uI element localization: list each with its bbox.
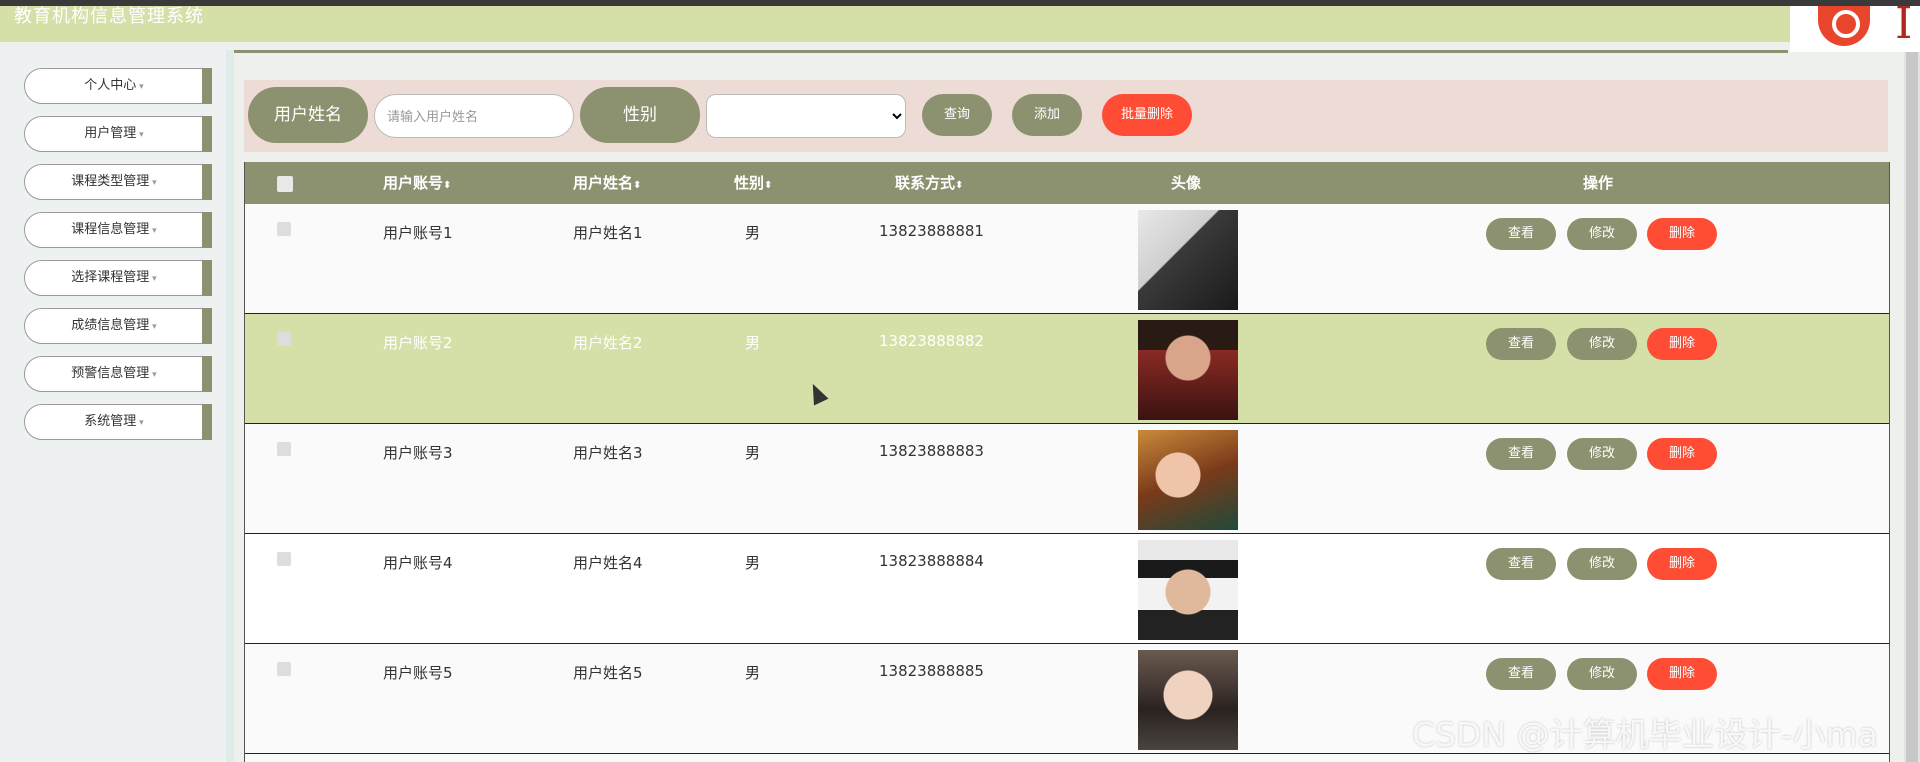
view-button[interactable]: 查看 [1486,548,1556,580]
cell-phone: 13823888882 [879,332,984,350]
watermark: CSDN @计算机毕业设计-小ma [1412,715,1878,754]
avatar-image [1138,540,1238,640]
column-header-actions: 操作 [1583,174,1614,192]
row-checkbox[interactable] [277,442,291,456]
view-button[interactable]: 查看 [1486,658,1556,690]
cell-gender: 男 [745,334,761,352]
view-button[interactable]: 查看 [1486,438,1556,470]
avatar-image [1138,430,1238,530]
column-header-account[interactable]: 用户账号⬍ [383,162,451,207]
delete-button[interactable]: 删除 [1647,218,1717,250]
user-table: 用户账号⬍ 用户姓名⬍ 性别⬍ 联系方式⬍ 头像 操作 用户账号1 用户姓名1 … [244,162,1890,762]
cell-account: 用户账号5 [383,664,453,682]
select-all-checkbox[interactable] [277,176,293,192]
cell-name: 用户姓名4 [573,554,643,572]
delete-button[interactable]: 删除 [1647,548,1717,580]
column-header-label: 用户账号 [383,174,444,192]
name-search-input[interactable] [374,94,574,138]
sidebar-item-user-management[interactable]: 用户管理 [24,116,212,152]
table-header: 用户账号⬍ 用户姓名⬍ 性别⬍ 联系方式⬍ 头像 操作 [245,162,1889,204]
sidebar-item-label: 课程类型管理 [25,165,203,200]
cell-gender: 男 [745,664,761,682]
cell-account: 用户账号4 [383,554,453,572]
delete-button[interactable]: 删除 [1647,658,1717,690]
edit-button[interactable]: 修改 [1567,658,1637,690]
app-title: 教育机构信息管理系统 [14,6,204,27]
column-header-gender[interactable]: 性别⬍ [734,162,772,207]
cell-gender: 男 [745,554,761,572]
delete-button[interactable]: 删除 [1647,438,1717,470]
sidebar-item-label: 系统管理 [25,405,203,440]
edit-button[interactable]: 修改 [1567,438,1637,470]
column-header-label: 用户姓名 [573,174,634,192]
cell-name: 用户姓名2 [573,334,643,352]
table-row[interactable]: 用户账号3 用户姓名3 男 13823888883 查看 修改 删除 [245,424,1889,534]
scrollbar-thumb[interactable] [1906,52,1918,762]
column-header-name[interactable]: 用户姓名⬍ [573,162,641,207]
query-button[interactable]: 查询 [922,94,992,136]
gender-select[interactable] [706,94,906,138]
avatar-image [1138,650,1238,750]
edit-button[interactable]: 修改 [1567,548,1637,580]
column-header-label: 联系方式 [895,174,956,192]
sidebar-item-course-type-management[interactable]: 课程类型管理 [24,164,212,200]
table-row[interactable]: 用户账号1 用户姓名1 男 13823888881 查看 修改 删除 [245,204,1889,314]
cell-phone: 13823888885 [879,662,984,680]
sidebar-item-system-management[interactable]: 系统管理 [24,404,212,440]
sort-icon: ⬍ [443,180,452,191]
table-row[interactable]: 用户账号2 用户姓名2 男 13823888882 查看 修改 删除 [245,314,1889,424]
sidebar-item-label: 预警信息管理 [25,357,203,392]
cell-account: 用户账号1 [383,224,453,242]
app-header: 教育机构信息管理系统 [0,6,1790,42]
cell-gender: 男 [745,444,761,462]
table-row[interactable]: 用户账号4 用户姓名4 男 13823888884 查看 修改 删除 [245,534,1889,644]
sort-icon: ⬍ [633,180,642,191]
edit-button[interactable]: 修改 [1567,328,1637,360]
view-button[interactable]: 查看 [1486,328,1556,360]
header-divider [228,50,1788,53]
sidebar: 个人中心 用户管理 课程类型管理 课程信息管理 选择课程管理 成绩信息管理 预警… [0,50,234,762]
name-filter-label: 用户姓名 [248,87,368,143]
sidebar-item-label: 用户管理 [25,117,203,152]
cell-phone: 13823888883 [879,442,984,460]
row-checkbox[interactable] [277,662,291,676]
batch-delete-button[interactable]: 批量删除 [1102,94,1192,136]
cell-account: 用户账号2 [383,334,453,352]
cell-name: 用户姓名5 [573,664,643,682]
sort-icon: ⬍ [955,180,964,191]
sidebar-item-course-info-management[interactable]: 课程信息管理 [24,212,212,248]
avatar-image [1138,320,1238,420]
sidebar-item-personal-center[interactable]: 个人中心 [24,68,212,104]
logo-icon [1818,6,1870,46]
sidebar-item-label: 成绩信息管理 [25,309,203,344]
row-checkbox[interactable] [277,332,291,346]
cell-account: 用户账号3 [383,444,453,462]
cell-phone: 13823888884 [879,552,984,570]
row-checkbox[interactable] [277,552,291,566]
column-header-label: 性别 [734,174,765,192]
cell-gender: 男 [745,224,761,242]
cell-name: 用户姓名3 [573,444,643,462]
view-button[interactable]: 查看 [1486,218,1556,250]
sidebar-item-label: 课程信息管理 [25,213,203,248]
sort-icon: ⬍ [764,180,773,191]
sidebar-item-label: 选择课程管理 [25,261,203,296]
add-button[interactable]: 添加 [1012,94,1082,136]
delete-button[interactable]: 删除 [1647,328,1717,360]
edit-button[interactable]: 修改 [1567,218,1637,250]
row-checkbox[interactable] [277,222,291,236]
logo-glyph-icon: I [1895,0,1913,49]
search-panel: 用户姓名 性别 查询 添加 批量删除 [244,80,1888,152]
sidebar-item-grade-management[interactable]: 成绩信息管理 [24,308,212,344]
sidebar-item-warning-management[interactable]: 预警信息管理 [24,356,212,392]
column-header-phone[interactable]: 联系方式⬍ [895,162,963,207]
logo: I [1790,0,1920,52]
sidebar-item-course-selection-management[interactable]: 选择课程管理 [24,260,212,296]
sidebar-item-label: 个人中心 [25,69,203,104]
cell-name: 用户姓名1 [573,224,643,242]
avatar-image [1138,210,1238,310]
column-header-avatar: 头像 [1171,174,1202,192]
cell-phone: 13823888881 [879,222,984,240]
gender-filter-label: 性别 [580,87,700,143]
